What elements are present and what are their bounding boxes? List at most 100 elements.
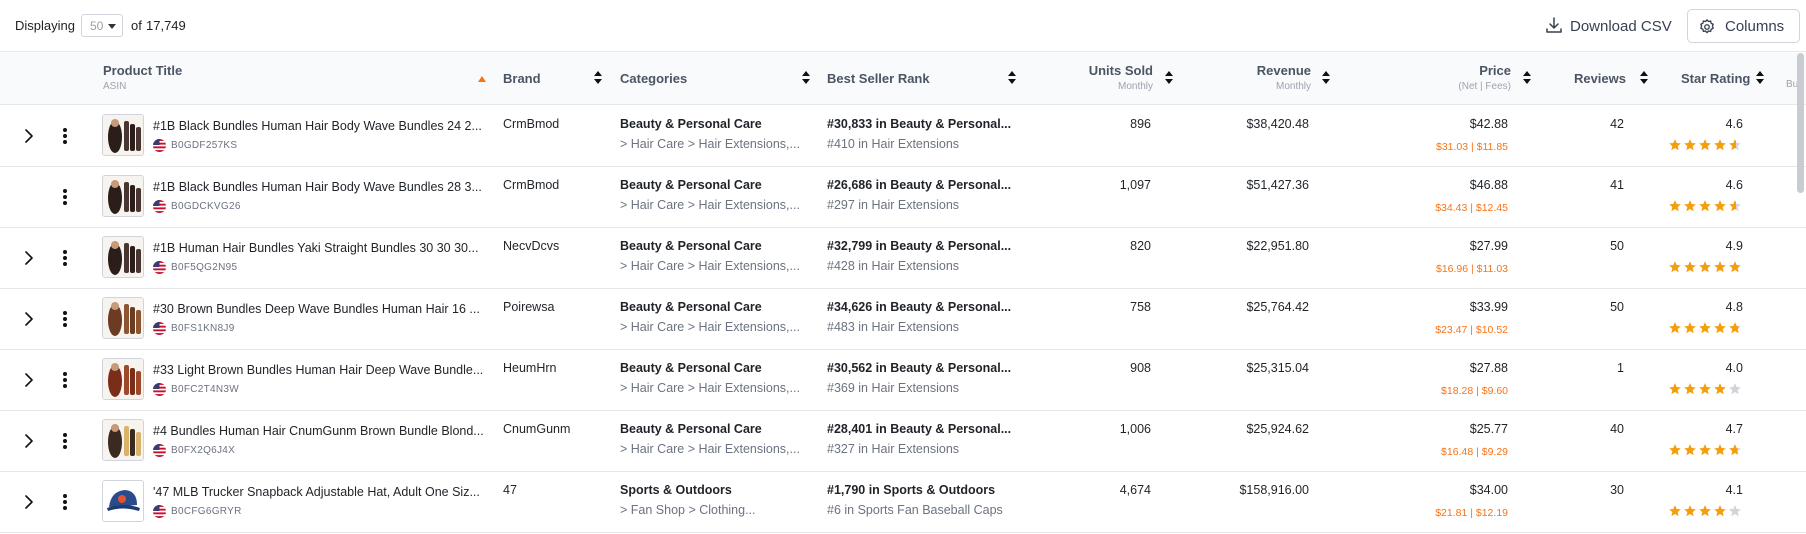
asin-text[interactable]: B0CFG6GRYR (171, 506, 242, 517)
header-star-rating[interactable]: Star Rating (1681, 71, 1750, 86)
header-units-sold[interactable]: Units Sold Monthly (1060, 63, 1153, 92)
product-title[interactable]: #4 Bundles Human Hair CnumGunm Brown Bun… (153, 424, 485, 438)
revenue-value: $51,427.36 (1246, 178, 1309, 192)
header-revenue[interactable]: Revenue Monthly (1200, 63, 1311, 92)
category-path: > Hair Care > Hair Extensions,... (620, 320, 800, 334)
product-image[interactable] (102, 419, 144, 461)
sort-categories-icon[interactable] (802, 71, 810, 85)
product-title[interactable]: '47 MLB Trucker Snapback Adjustable Hat,… (153, 485, 485, 499)
header-reviews[interactable]: Reviews (1560, 71, 1626, 86)
brand-name: CrmBmod (503, 117, 560, 131)
star-icon (1699, 505, 1711, 517)
page-size-value: 50 (90, 19, 104, 33)
sort-bsr-icon[interactable] (1008, 71, 1016, 85)
product-title[interactable]: #1B Black Bundles Human Hair Body Wave B… (153, 119, 485, 133)
star-rating-value: 4.6 (1725, 178, 1743, 192)
download-csv-button[interactable]: Download CSV (1535, 12, 1675, 40)
product-title[interactable]: #30 Brown Bundles Deep Wave Bundles Huma… (153, 302, 485, 316)
sort-brand-icon[interactable] (594, 71, 602, 85)
table-row[interactable]: #1B Black Bundles Human Hair Body Wave B… (0, 106, 1806, 167)
more-options-icon[interactable] (59, 188, 71, 206)
chevron-right-icon[interactable] (23, 312, 35, 326)
review-count: 1 (1617, 361, 1624, 375)
chevron-right-icon[interactable] (23, 129, 35, 143)
us-flag-icon (153, 200, 166, 213)
vertical-scrollbar[interactable] (1797, 53, 1804, 193)
brand-name: HeumHrn (503, 361, 557, 375)
chevron-right-icon[interactable] (23, 251, 35, 265)
columns-label: Columns (1725, 18, 1785, 35)
table-row[interactable]: #33 Light Brown Bundles Human Hair Deep … (0, 350, 1806, 411)
table-row[interactable]: #1B Human Hair Bundles Yaki Straight Bun… (0, 228, 1806, 289)
header-asin-label: ASIN (103, 81, 127, 92)
chevron-right-icon[interactable] (23, 495, 35, 509)
star-icon (1699, 322, 1711, 334)
more-options-icon[interactable] (59, 249, 71, 267)
asin-text[interactable]: B0GDF257KS (171, 140, 237, 151)
download-icon (1546, 17, 1562, 33)
star-rating-value: 4.0 (1725, 361, 1743, 375)
bsr-main-rank: #30,562 in Beauty & Personal... (827, 361, 1011, 375)
revenue-value: $25,315.04 (1246, 361, 1309, 375)
page-size-select[interactable]: 50 (81, 14, 123, 37)
brand-name: CrmBmod (503, 178, 560, 192)
star-rating-value: 4.1 (1725, 483, 1743, 497)
asin-text[interactable]: B0FX2Q6J4X (171, 445, 235, 456)
product-title[interactable]: #33 Light Brown Bundles Human Hair Deep … (153, 363, 485, 377)
price-value: $46.88 (1469, 178, 1508, 192)
sort-rating-icon[interactable] (1756, 71, 1764, 85)
product-image[interactable] (102, 236, 144, 278)
product-image[interactable] (102, 175, 144, 217)
of-label: of (131, 18, 142, 33)
star-icon (1669, 383, 1681, 395)
star-rating-value: 4.8 (1725, 300, 1743, 314)
sort-price-icon[interactable] (1523, 71, 1531, 85)
chevron-right-icon[interactable] (23, 373, 35, 387)
category-path: > Hair Care > Hair Extensions,... (620, 137, 800, 151)
table-row[interactable]: '47 MLB Trucker Snapback Adjustable Hat,… (0, 472, 1806, 533)
asin-text[interactable]: B0FS1KN8J9 (171, 323, 235, 334)
star-icon (1669, 200, 1681, 212)
product-image[interactable] (102, 114, 144, 156)
star-rating-stars (1668, 443, 1748, 457)
table-row[interactable]: #30 Brown Bundles Deep Wave Bundles Huma… (0, 289, 1806, 350)
product-title[interactable]: #1B Black Bundles Human Hair Body Wave B… (153, 180, 485, 194)
review-count: 41 (1610, 178, 1624, 192)
table-row[interactable]: #1B Black Bundles Human Hair Body Wave B… (0, 167, 1806, 228)
header-categories[interactable]: Categories (620, 71, 687, 86)
product-image[interactable] (102, 480, 144, 522)
more-options-icon[interactable] (59, 310, 71, 328)
bsr-main-rank: #26,686 in Beauty & Personal... (827, 178, 1011, 192)
asin-text[interactable]: B0F5QG2N95 (171, 262, 237, 273)
price-value: $42.88 (1469, 117, 1508, 131)
asin-text[interactable]: B0FC2T4N3W (171, 384, 239, 395)
sort-ascending-icon[interactable] (478, 76, 486, 82)
bsr-sub-rank: #297 in Hair Extensions (827, 198, 960, 212)
header-product-title[interactable]: Product Title ASIN (103, 63, 182, 92)
brand-name: Poirewsa (503, 300, 555, 314)
sort-units-icon[interactable] (1165, 71, 1173, 85)
units-sold: 896 (1130, 117, 1151, 131)
sort-reviews-icon[interactable] (1640, 71, 1648, 85)
sort-revenue-icon[interactable] (1322, 71, 1330, 85)
header-revenue-label: Revenue (1256, 63, 1311, 78)
chevron-right-icon[interactable] (23, 434, 35, 448)
header-price[interactable]: Price (Net | Fees) (1400, 63, 1511, 92)
more-options-icon[interactable] (59, 371, 71, 389)
more-options-icon[interactable] (59, 493, 71, 511)
category-path: > Fan Shop > Clothing... (620, 503, 756, 517)
more-options-icon[interactable] (59, 127, 71, 145)
more-options-icon[interactable] (59, 432, 71, 450)
header-bsr[interactable]: Best Seller Rank (827, 71, 930, 86)
asin-text[interactable]: B0GDCKVG26 (171, 201, 241, 212)
header-brand[interactable]: Brand (503, 71, 541, 86)
star-rating-stars (1668, 138, 1748, 152)
product-image[interactable] (102, 297, 144, 339)
product-image[interactable] (102, 358, 144, 400)
columns-button[interactable]: Columns (1687, 9, 1800, 43)
bsr-sub-rank: #369 in Hair Extensions (827, 381, 960, 395)
chevron-down-icon (108, 24, 116, 29)
table-row[interactable]: #4 Bundles Human Hair CnumGunm Brown Bun… (0, 411, 1806, 472)
bsr-main-rank: #32,799 in Beauty & Personal... (827, 239, 1011, 253)
product-title[interactable]: #1B Human Hair Bundles Yaki Straight Bun… (153, 241, 485, 255)
